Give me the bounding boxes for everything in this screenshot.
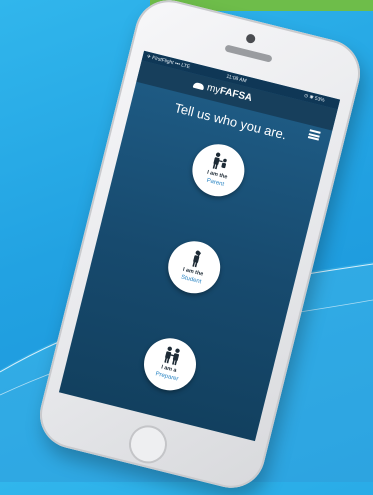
logo-main: FAFSA: [218, 85, 254, 105]
role-preparer-button[interactable]: I am a Preparer: [138, 332, 202, 396]
app-logo: myFAFSA: [206, 82, 253, 104]
role-student-button[interactable]: I am the Student: [162, 235, 226, 299]
preparer-icon: [164, 346, 180, 366]
parent-child-icon: [212, 152, 227, 170]
student-icon: [192, 250, 202, 268]
turtle-logo-icon: [192, 81, 205, 91]
role-parent-button[interactable]: I am the Parent: [186, 138, 250, 202]
home-button[interactable]: [124, 421, 172, 468]
front-camera: [245, 33, 257, 45]
earpiece-speaker: [224, 44, 273, 63]
